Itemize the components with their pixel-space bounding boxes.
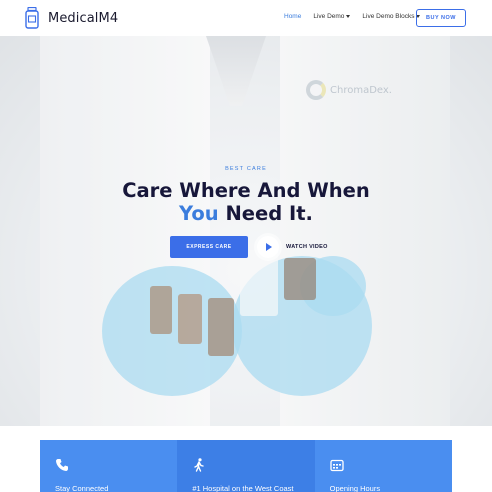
caret-down-icon <box>346 15 351 18</box>
feature-label: Opening Hours <box>329 484 381 492</box>
buy-now-button[interactable]: BUY NOW <box>416 9 466 27</box>
play-icon <box>266 243 272 251</box>
express-care-button[interactable]: EXPRESS CARE <box>170 236 248 258</box>
hero-title: Care Where And When You Need It. <box>0 179 492 225</box>
hero-tagline: BEST CARE <box>225 166 267 172</box>
phone-icon <box>55 458 69 472</box>
feature-label: Stay Connected <box>55 484 109 492</box>
feature-strip: Stay Connected #1 Hospital on the West C… <box>40 440 452 492</box>
hero-title-line2: You Need It. <box>0 202 492 225</box>
feature-card-stay-connected[interactable]: Stay Connected <box>40 440 178 492</box>
calendar-card-icon <box>330 458 344 472</box>
nav-live-demo-blocks-label: Live Demo Blocks <box>362 13 415 20</box>
site-header: MedicalM4 Home Live Demo Live Demo Block… <box>0 0 492 36</box>
main-nav: Home Live Demo Live Demo Blocks <box>284 13 432 20</box>
nav-home[interactable]: Home <box>284 13 301 20</box>
feature-label: #1 Hospital on the West Coast <box>192 484 294 492</box>
watch-video-link[interactable]: WATCH VIDEO <box>286 244 328 250</box>
walking-person-icon <box>192 458 206 472</box>
hero-section: ChromaDex. BEST CARE Care Where And When… <box>0 36 492 426</box>
nav-live-demo-label: Live Demo <box>313 13 345 20</box>
brand-logo[interactable]: MedicalM4 <box>25 6 119 29</box>
feature-card-hospital[interactable]: #1 Hospital on the West Coast <box>177 440 315 492</box>
nav-home-label: Home <box>284 13 302 20</box>
play-video-button[interactable] <box>257 236 279 258</box>
hero-title-line1: Care Where And When <box>122 179 370 202</box>
pill-bottle-icon <box>25 6 39 29</box>
feature-card-opening-hours[interactable]: Opening Hours <box>314 440 452 492</box>
hero-title-accent: You <box>179 202 219 225</box>
hero-title-rest: Need It. <box>225 202 313 225</box>
brand-name: MedicalM4 <box>48 10 119 26</box>
nav-live-demo[interactable]: Live Demo <box>313 13 351 20</box>
nav-live-demo-blocks[interactable]: Live Demo Blocks <box>362 13 421 20</box>
hero-overlay <box>0 36 492 426</box>
